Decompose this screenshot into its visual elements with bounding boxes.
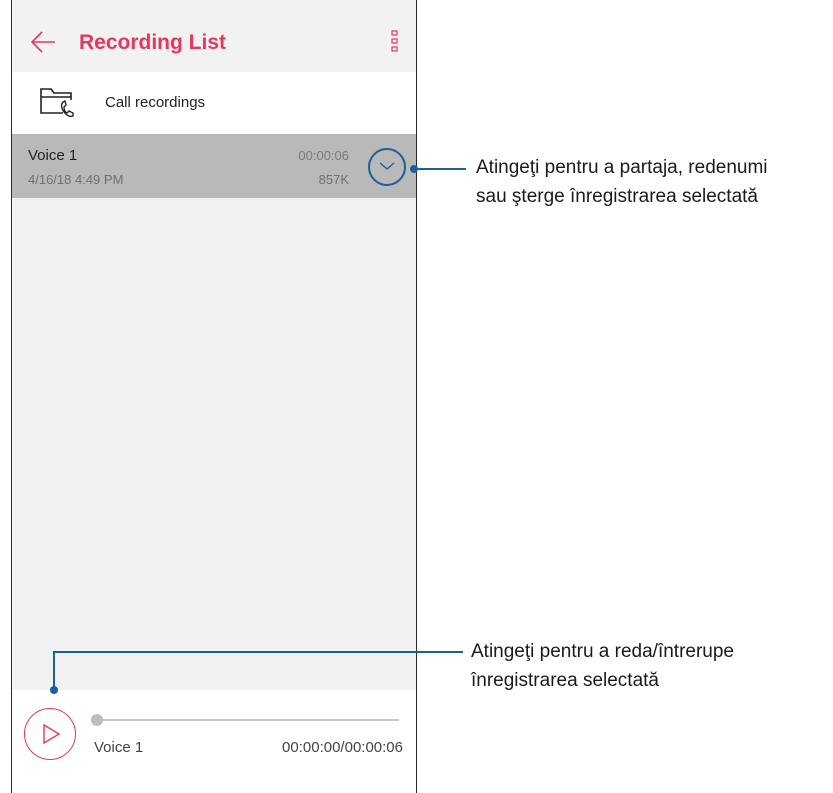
callout-play-line1: Atingeţi pentru a reda/întrerupe: [471, 641, 735, 662]
callout-play-line2: înregistrarea selectată: [471, 670, 659, 691]
call-recordings-item[interactable]: Call recordings: [12, 72, 416, 134]
folder-phone-icon: [40, 88, 74, 118]
recording-name: Voice 1: [28, 147, 78, 164]
chevron-down-icon: [379, 162, 395, 170]
seek-thumb[interactable]: [91, 714, 103, 726]
play-button[interactable]: [24, 708, 76, 760]
callout-text-expand: Atingeţi pentru a partaja, redenumi sau …: [476, 153, 768, 211]
phone-screen: Recording List Call recordings Voice 1 4…: [11, 0, 417, 793]
callout-expand-line2: sau şterge înregistrarea selectată: [476, 186, 758, 207]
callout-expand-line1: Atingeţi pentru a partaja, redenumi: [476, 157, 768, 178]
expand-options-button[interactable]: [368, 148, 406, 186]
play-icon: [43, 723, 61, 745]
callout-text-play: Atingeţi pentru a reda/întrerupe înregis…: [471, 637, 734, 695]
callout-line-expand: [414, 168, 466, 170]
recording-list-item[interactable]: Voice 1 4/16/18 4:49 PM 00:00:06 857K: [12, 134, 416, 198]
more-vertical-icon[interactable]: [390, 30, 400, 52]
player-time: 00:00:00/00:00:06: [282, 739, 403, 756]
callout-line-play-horizontal: [53, 651, 463, 653]
seek-bar[interactable]: [96, 719, 399, 721]
arrow-left-icon[interactable]: [30, 30, 56, 54]
callout-line-play-vertical: [53, 652, 55, 690]
player-bar: Voice 1 00:00:00/00:00:06: [12, 690, 416, 793]
player-recording-name: Voice 1: [94, 739, 144, 756]
page-title: Recording List: [79, 31, 227, 54]
app-bar: Recording List: [12, 0, 416, 72]
recording-date: 4/16/18 4:49 PM: [28, 172, 124, 187]
recording-size: 857K: [318, 172, 349, 187]
recording-duration: 00:00:06: [298, 148, 349, 163]
call-recordings-label: Call recordings: [105, 94, 206, 111]
